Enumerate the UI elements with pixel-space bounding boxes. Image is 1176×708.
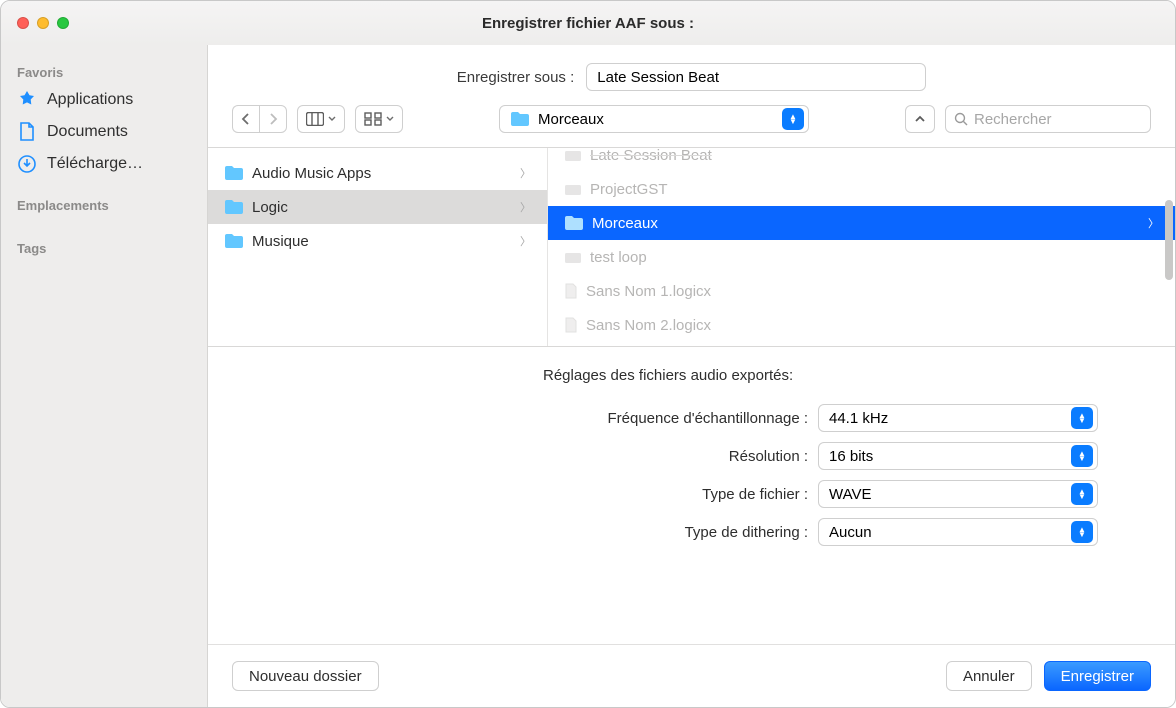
nav-back-button[interactable] [232,105,259,133]
sidebar: Favoris Applications Documents Télécharg… [1,45,208,707]
browser-item[interactable]: Morceaux 〉 [548,206,1175,240]
dithering-popup[interactable]: Aucun ▲▼ [818,518,1098,546]
browser-item[interactable]: ProjectGST [548,172,1175,206]
browser-item[interactable]: Sans Nom 2.logicx [548,308,1175,342]
popup-chevrons-icon: ▲▼ [1071,483,1093,505]
location-value: Morceaux [538,111,604,128]
popup-chevrons-icon: ▲▼ [1071,445,1093,467]
folder-icon [224,233,244,249]
folder-icon [510,111,530,127]
item-label: Sans Nom 1.logicx [586,283,711,300]
chevron-right-icon: 〉 [1148,215,1159,231]
sample-rate-value: 44.1 kHz [829,410,888,427]
popup-chevrons-icon: ▲▼ [782,108,804,130]
sidebar-section-favoris: Favoris [1,59,207,84]
sidebar-item-applications[interactable]: Applications [1,84,207,116]
item-label: ProjectGST [590,181,668,198]
settings-title: Réglages des fichiers audio exportés: [208,367,1175,384]
downloads-icon [17,154,37,174]
item-label: Morceaux [592,215,658,232]
browser-item[interactable]: Logic 〉 [208,190,547,224]
package-icon [564,182,582,196]
folder-icon [224,199,244,215]
browser-item[interactable]: Sans Nom 1.logicx [548,274,1175,308]
collapse-button[interactable] [905,105,935,133]
window-title: Enregistrer fichier AAF sous : [1,15,1175,32]
dithering-value: Aucun [829,524,872,541]
item-label: Logic [252,199,288,216]
new-folder-button[interactable]: Nouveau dossier [232,661,379,691]
save-as-input[interactable] [586,63,926,91]
sample-rate-popup[interactable]: 44.1 kHz ▲▼ [818,404,1098,432]
search-icon [954,112,968,126]
sidebar-item-documents[interactable]: Documents [1,116,207,148]
dithering-label: Type de dithering : [208,524,808,541]
item-label: Audio Music Apps [252,165,371,182]
package-icon [564,250,582,264]
save-button[interactable]: Enregistrer [1044,661,1151,691]
file-icon [564,283,578,299]
browser-item[interactable]: Musique 〉 [208,224,547,258]
resolution-label: Résolution : [208,448,808,465]
chevron-right-icon: 〉 [520,233,531,249]
item-label: test loop [590,249,647,266]
folder-icon [224,165,244,181]
package-icon [564,148,582,162]
item-label: Musique [252,233,309,250]
scrollbar[interactable] [1165,200,1173,280]
save-as-label: Enregistrer sous : [457,69,575,86]
applications-icon [17,90,37,110]
file-icon [564,317,578,333]
browser-item[interactable]: Late Session Beat [548,148,1175,172]
file-browser: Audio Music Apps 〉 Logic 〉 Musique 〉 [208,147,1175,347]
item-label: Late Session Beat [590,148,712,164]
browser-column-1: Audio Music Apps 〉 Logic 〉 Musique 〉 [208,148,548,346]
chevron-right-icon: 〉 [520,199,531,215]
resolution-popup[interactable]: 16 bits ▲▼ [818,442,1098,470]
browser-item[interactable]: Audio Music Apps 〉 [208,156,547,190]
view-columns-button[interactable] [297,105,345,133]
browser-column-2: Late Session Beat ProjectGST Morceaux 〉 … [548,148,1175,346]
search-placeholder: Rechercher [974,111,1052,128]
file-type-value: WAVE [829,486,872,503]
file-type-label: Type de fichier : [208,486,808,503]
sample-rate-label: Fréquence d'échantillonnage : [208,410,808,427]
file-type-popup[interactable]: WAVE ▲▼ [818,480,1098,508]
browser-item[interactable]: test loop [548,240,1175,274]
sidebar-item-label: Télécharge… [47,155,143,173]
popup-chevrons-icon: ▲▼ [1071,407,1093,429]
sidebar-section-emplacements: Emplacements [1,192,207,217]
browser-item[interactable]: Sans Nom.logicx [548,342,1175,346]
sidebar-item-label: Applications [47,91,133,109]
location-popup[interactable]: Morceaux ▲▼ [499,105,809,133]
chevron-right-icon: 〉 [520,165,531,181]
cancel-button[interactable]: Annuler [946,661,1032,691]
sidebar-section-tags: Tags [1,235,207,260]
item-label: Sans Nom 2.logicx [586,317,711,334]
sidebar-item-label: Documents [47,123,128,141]
sidebar-item-downloads[interactable]: Télécharge… [1,148,207,180]
folder-icon [564,215,584,231]
search-input[interactable]: Rechercher [945,105,1151,133]
documents-icon [17,122,37,142]
group-by-button[interactable] [355,105,403,133]
popup-chevrons-icon: ▲▼ [1071,521,1093,543]
resolution-value: 16 bits [829,448,873,465]
nav-forward-button[interactable] [259,105,287,133]
